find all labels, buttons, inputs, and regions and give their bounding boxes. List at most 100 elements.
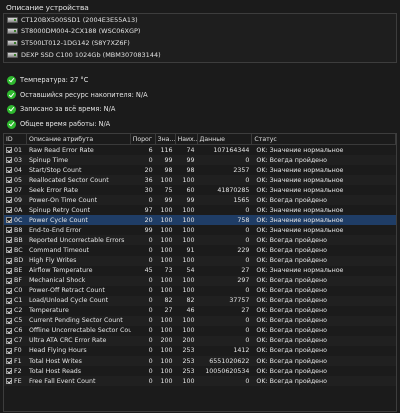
table-row[interactable]: BE Airflow Temperature 45 73 54 27 OK: Значени… [4, 266, 396, 276]
cell-data: 27 [198, 266, 253, 276]
cell-description-text: Power-Off Retract Count [28, 287, 105, 295]
row-checkbox[interactable] [6, 297, 12, 304]
table-row[interactable]: 04 Start/Stop Count 20 98 98 2357 OK: Значение… [4, 165, 396, 175]
row-checkbox[interactable] [6, 307, 12, 314]
table-row[interactable]: 05 Reallocated Sector Count 36 100 100 0 OK: З… [4, 175, 396, 186]
table-row[interactable]: 09 Power-On Time Count 0 99 99 1565 OK: Всегда… [4, 195, 396, 206]
row-checkbox[interactable] [6, 368, 12, 375]
cell-value: 100 [156, 235, 176, 245]
row-checkbox[interactable] [6, 327, 12, 334]
row-checkbox[interactable] [6, 177, 12, 184]
row-checkbox[interactable] [6, 378, 12, 385]
table-row[interactable]: C5 Current Pending Sector Count 0 100 100 0 OK… [4, 315, 396, 326]
table-row[interactable]: C6 Offline Uncorrectable Sector Count 0 100… [4, 326, 396, 336]
row-checkbox[interactable] [6, 217, 12, 224]
column-header-id[interactable]: ID [4, 134, 27, 144]
table-row[interactable]: F0 Head Flying Hours 0 100 253 1412 OK: Всегда… [4, 346, 396, 356]
column-header-status[interactable]: Статус [252, 134, 396, 144]
cell-data-text: 1412 [233, 347, 250, 355]
cell-threshold-text: 6 [148, 146, 153, 154]
row-checkbox[interactable] [6, 277, 12, 284]
table-row[interactable]: F2 Total Host Reads 0 100 253 10050620534 OK: … [4, 366, 396, 376]
table-row[interactable]: BD High Fly Writes 0 100 100 0 OK: Всегда прой… [4, 255, 396, 266]
cell-data: 758 [198, 215, 253, 225]
cell-value-text: 100 [160, 357, 173, 365]
table-row[interactable]: BF Mechanical Shock 0 100 100 297 OK: Всегда п… [4, 275, 396, 286]
row-checkbox[interactable] [6, 207, 12, 214]
drive-icon [7, 51, 18, 58]
cell-id: 09 [4, 195, 27, 205]
column-header-value[interactable]: Зна... [156, 134, 176, 144]
cell-status: OK: Всегда пройдено [252, 195, 396, 205]
device-list[interactable]: CT120BX500SSD1 (2004E3E55A13) ST8000DM00… [3, 13, 397, 63]
cell-data: 0 [198, 326, 253, 336]
device-item[interactable]: CT120BX500SSD1 (2004E3E55A13) [4, 14, 396, 26]
cell-threshold: 20 [131, 165, 156, 175]
cell-data: 1412 [198, 346, 253, 356]
table-row[interactable]: 0A Spinup Retry Count 97 100 100 0 OK: Значени… [4, 205, 396, 215]
table-row[interactable]: C0 Power-Off Retract Count 0 100 100 0 OK: Все… [4, 286, 396, 296]
column-header-description[interactable]: Описание атрибута [27, 134, 131, 144]
device-item[interactable]: ST500LT012-1DG142 (S8Y7XZ6F) [4, 37, 396, 49]
column-header-threshold[interactable]: Порог [131, 134, 156, 144]
cell-description-text: Temperature [28, 307, 69, 315]
table-row[interactable]: 07 Seek Error Rate 30 75 60 41870285 OK: Значе… [4, 185, 396, 195]
cell-description: Total Host Writes [27, 356, 131, 366]
row-checkbox[interactable] [6, 147, 12, 154]
cell-id-text: 05 [14, 176, 23, 184]
table-row[interactable]: C2 Temperature 0 27 46 27 OK: Всегда пройдено [4, 306, 396, 316]
cell-status: OK: Всегда пройдено [252, 276, 396, 286]
cell-worst-text: 100 [182, 327, 195, 335]
row-checkbox[interactable] [6, 347, 12, 354]
cell-data-text: 27 [241, 267, 250, 275]
cell-threshold-text: 0 [148, 377, 153, 385]
row-checkbox[interactable] [6, 227, 12, 234]
row-checkbox[interactable] [6, 287, 12, 294]
row-checkbox[interactable] [6, 247, 12, 254]
cell-description: End-to-End Error [27, 225, 131, 235]
device-label: ST8000DM004-2CX188 (WSC06XGP) [21, 27, 141, 36]
table-row[interactable]: 0C Power Cycle Count 20 100 100 758 OK: Значен… [4, 215, 396, 226]
row-checkbox[interactable] [6, 237, 12, 244]
cell-description-text: Command Timeout [28, 246, 90, 254]
cell-description-text: Start/Stop Count [28, 166, 82, 174]
table-row[interactable]: 03 Spinup Time 0 99 99 0 OK: Всегда пройдено [4, 155, 396, 166]
table-row[interactable]: C7 Ultra ATA CRC Error Rate 0 200 200 0 OK: Вс… [4, 335, 396, 346]
cell-value-text: 100 [160, 287, 173, 295]
table-row[interactable]: C1 Load/Unload Cycle Count 0 82 82 37757 OK: В… [4, 295, 396, 306]
row-checkbox[interactable] [6, 317, 12, 324]
device-item[interactable]: DEXP SSD C100 1024Gb (MBM307083144) [4, 49, 396, 61]
cell-id-text: 0C [14, 216, 23, 224]
table-row[interactable]: 01 Raw Read Error Rate 6 116 74 107164344 OK: … [4, 145, 396, 155]
row-checkbox[interactable] [6, 187, 12, 194]
column-header-worst[interactable]: Наих... [176, 134, 198, 144]
row-checkbox[interactable] [6, 267, 12, 274]
table-row[interactable]: F1 Total Host Writes 0 100 253 6551020622 OK: … [4, 355, 396, 367]
cell-threshold: 0 [131, 366, 156, 376]
row-checkbox[interactable] [6, 197, 12, 204]
cell-worst-text: 100 [182, 176, 195, 184]
row-checkbox[interactable] [6, 358, 12, 364]
cell-id-text: BB [14, 236, 23, 244]
table-row[interactable]: B8 End-to-End Error 99 100 100 0 OK: Значение … [4, 225, 396, 235]
cell-id: 01 [4, 145, 27, 155]
row-checkbox[interactable] [6, 167, 12, 174]
column-header-data[interactable]: Данные [198, 134, 253, 144]
table-row[interactable]: BC Command Timeout 0 100 91 229 OK: Всегда про… [4, 245, 396, 255]
cell-status: OK: Всегда пройдено [252, 245, 396, 255]
cell-data: 27 [198, 306, 253, 316]
row-checkbox[interactable] [6, 257, 12, 264]
smart-attributes-table[interactable]: ID Описание атрибута Порог Зна... Наих..… [3, 133, 397, 412]
device-item[interactable]: ST8000DM004-2CX188 (WSC06XGP) [4, 26, 396, 38]
cell-value: 100 [156, 346, 176, 356]
cell-value-text: 82 [164, 297, 173, 305]
cell-description: Reallocated Sector Count [27, 175, 131, 185]
cell-threshold-text: 0 [148, 327, 153, 335]
table-row[interactable]: FE Free Fall Event Count 0 100 100 0 OK: Всегд… [4, 376, 396, 387]
cell-value-text: 98 [164, 166, 173, 174]
cell-status-text: OK: Значение нормальное [256, 216, 344, 224]
table-row[interactable]: BB Reported Uncorrectable Errors 0 100 100 0 O… [4, 235, 396, 246]
row-checkbox[interactable] [6, 337, 12, 344]
row-checkbox[interactable] [6, 157, 12, 164]
cell-worst: 100 [176, 175, 198, 185]
